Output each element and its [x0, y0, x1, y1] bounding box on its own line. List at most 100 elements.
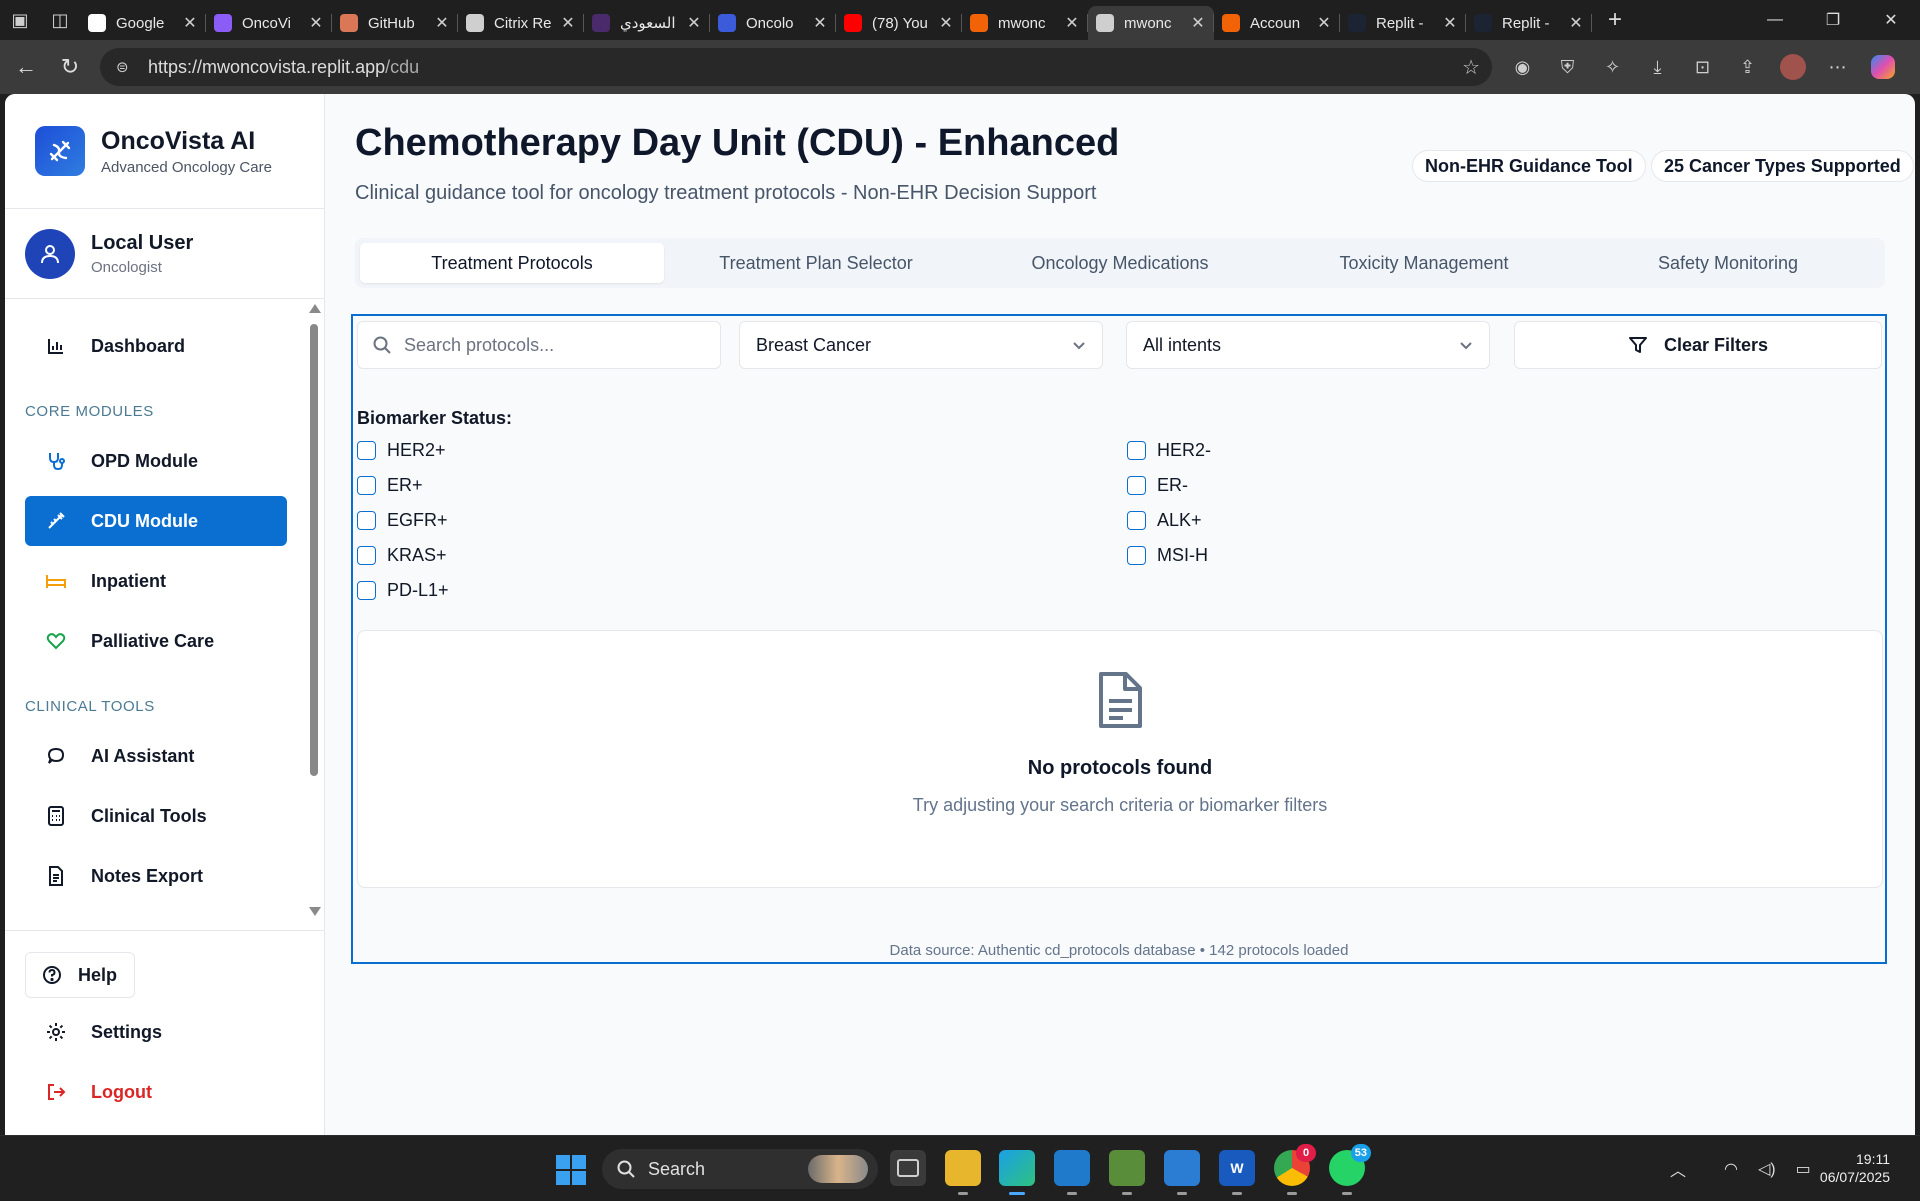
- restore-icon[interactable]: ❐: [1804, 0, 1862, 40]
- checkbox[interactable]: [1127, 441, 1146, 460]
- search-input[interactable]: Search protocols...: [357, 321, 721, 369]
- browser-tab[interactable]: Replit - ✕: [1340, 6, 1466, 40]
- taskbar-clock[interactable]: 19:11 06/07/2025: [1820, 1150, 1890, 1186]
- biomarker-checkbox-her2-pos[interactable]: HER2+: [357, 440, 446, 461]
- biomarker-checkbox-kras-pos[interactable]: KRAS+: [357, 545, 447, 566]
- sidebar-item-settings[interactable]: Settings: [25, 1007, 287, 1057]
- close-tab-icon[interactable]: ✕: [938, 13, 954, 33]
- image-viewer-icon[interactable]: [1109, 1150, 1145, 1195]
- taskbar-search[interactable]: Search: [602, 1149, 878, 1189]
- volume-icon[interactable]: ◁): [1758, 1159, 1776, 1179]
- browser-tab[interactable]: السعودي ✕: [584, 6, 710, 40]
- biomarker-checkbox-er-neg[interactable]: ER-: [1127, 475, 1188, 496]
- checkbox[interactable]: [357, 581, 376, 600]
- sidebar-item-notes-export[interactable]: Notes Export: [25, 851, 287, 901]
- browser-tab[interactable]: Google ✕: [80, 6, 206, 40]
- minimize-icon[interactable]: —: [1746, 0, 1804, 40]
- back-button[interactable]: ←: [4, 45, 48, 89]
- biomarker-checkbox-pdl1-pos[interactable]: PD-L1+: [357, 580, 449, 601]
- intent-select[interactable]: All intents: [1126, 321, 1490, 369]
- scroll-thumb[interactable]: [310, 324, 318, 776]
- clear-filters-button[interactable]: Clear Filters: [1514, 321, 1882, 369]
- sidebar-item-cdu[interactable]: CDU Module: [25, 496, 287, 546]
- windows-start-icon[interactable]: [556, 1155, 586, 1185]
- browser-tab[interactable]: mwonc ✕: [1088, 6, 1214, 40]
- browser-tab[interactable]: Replit - ✕: [1466, 6, 1592, 40]
- close-tab-icon[interactable]: ✕: [1316, 13, 1332, 33]
- vertical-tabs-icon[interactable]: ◫: [40, 0, 80, 40]
- more-options-icon[interactable]: ⋯: [1815, 57, 1860, 78]
- tab-treatment-plan-selector[interactable]: Treatment Plan Selector: [664, 243, 968, 283]
- tab-safety-monitoring[interactable]: Safety Monitoring: [1576, 243, 1880, 283]
- browser-tab[interactable]: Accoun ✕: [1214, 6, 1340, 40]
- close-tab-icon[interactable]: ✕: [1568, 13, 1584, 33]
- checkbox[interactable]: [357, 511, 376, 530]
- tab-toxicity-management[interactable]: Toxicity Management: [1272, 243, 1576, 283]
- favorite-star-icon[interactable]: ☆: [1462, 55, 1480, 80]
- close-tab-icon[interactable]: ✕: [1190, 13, 1206, 33]
- browser-tab[interactable]: mwonc ✕: [962, 6, 1088, 40]
- sidebar-item-clinical-tools[interactable]: Clinical Tools: [25, 791, 287, 841]
- sidebar-scrollbar[interactable]: [308, 304, 321, 916]
- screenshot-icon[interactable]: ◉: [1500, 57, 1545, 78]
- biomarker-checkbox-er-pos[interactable]: ER+: [357, 475, 423, 496]
- browser-tab[interactable]: OncoVi ✕: [206, 6, 332, 40]
- word-icon[interactable]: W: [1219, 1150, 1255, 1195]
- battery-icon[interactable]: ▭: [1796, 1159, 1811, 1179]
- tab-treatment-protocols[interactable]: Treatment Protocols: [360, 243, 664, 283]
- share-icon[interactable]: ⇪: [1725, 57, 1770, 78]
- refresh-button[interactable]: ↻: [48, 45, 92, 89]
- cancer-type-select[interactable]: Breast Cancer: [739, 321, 1103, 369]
- close-tab-icon[interactable]: ✕: [308, 13, 324, 33]
- vscode-icon[interactable]: [1054, 1150, 1090, 1195]
- biomarker-checkbox-her2-neg[interactable]: HER2-: [1127, 440, 1211, 461]
- wifi-icon[interactable]: ◠: [1724, 1159, 1738, 1179]
- screen-cast-icon[interactable]: ⊡: [1680, 57, 1725, 78]
- help-button[interactable]: Help: [25, 952, 135, 998]
- sidebar-item-ai-assistant[interactable]: AI Assistant: [25, 731, 287, 781]
- sidebar-item-inpatient[interactable]: Inpatient: [25, 556, 287, 606]
- browser-tab[interactable]: Oncolo ✕: [710, 6, 836, 40]
- sidebar-item-dashboard[interactable]: Dashboard: [25, 321, 287, 371]
- chevron-up-icon[interactable]: ︿: [1670, 1157, 1686, 1181]
- checkbox[interactable]: [1127, 476, 1146, 495]
- workspaces-icon[interactable]: ▣: [0, 0, 40, 40]
- browser-tab[interactable]: Citrix Re ✕: [458, 6, 584, 40]
- downloads-icon[interactable]: ⤓: [1635, 57, 1680, 78]
- checkbox[interactable]: [1127, 511, 1146, 530]
- shield-extension-icon[interactable]: ⛨: [1545, 57, 1590, 78]
- close-tab-icon[interactable]: ✕: [434, 13, 450, 33]
- chrome-icon[interactable]: 0: [1274, 1144, 1316, 1195]
- sidebar-item-palliative[interactable]: Palliative Care: [25, 616, 287, 666]
- biomarker-checkbox-egfr-pos[interactable]: EGFR+: [357, 510, 448, 531]
- new-tab-button[interactable]: +: [1598, 3, 1632, 37]
- task-view-icon[interactable]: [890, 1150, 926, 1186]
- close-tab-icon[interactable]: ✕: [182, 13, 198, 33]
- checkbox[interactable]: [357, 476, 376, 495]
- browser-tab[interactable]: (78) You ✕: [836, 6, 962, 40]
- checkbox[interactable]: [357, 546, 376, 565]
- close-tab-icon[interactable]: ✕: [812, 13, 828, 33]
- copilot-icon[interactable]: [1860, 55, 1905, 79]
- sidebar-item-logout[interactable]: Logout: [25, 1067, 287, 1117]
- profile-avatar[interactable]: [1770, 54, 1815, 80]
- close-tab-icon[interactable]: ✕: [1064, 13, 1080, 33]
- biomarker-checkbox-alk-pos[interactable]: ALK+: [1127, 510, 1202, 531]
- whatsapp-icon[interactable]: 53: [1329, 1144, 1371, 1195]
- scroll-down-arrow-icon[interactable]: [309, 907, 321, 916]
- extensions-icon[interactable]: ✧: [1590, 57, 1635, 78]
- close-tab-icon[interactable]: ✕: [560, 13, 576, 33]
- edge-icon[interactable]: [999, 1150, 1035, 1195]
- biomarker-checkbox-msi-h[interactable]: MSI-H: [1127, 545, 1208, 566]
- tab-oncology-medications[interactable]: Oncology Medications: [968, 243, 1272, 283]
- checkbox[interactable]: [1127, 546, 1146, 565]
- user-profile[interactable]: Local User Oncologist: [25, 229, 193, 279]
- close-window-icon[interactable]: ✕: [1862, 0, 1920, 40]
- browser-tab[interactable]: GitHub ✕: [332, 6, 458, 40]
- site-info-icon[interactable]: ⊜: [116, 58, 134, 76]
- close-tab-icon[interactable]: ✕: [686, 13, 702, 33]
- scroll-up-arrow-icon[interactable]: [309, 304, 321, 313]
- url-field[interactable]: ⊜ https://mwoncovista.replit.app/cdu ☆: [100, 48, 1492, 86]
- close-tab-icon[interactable]: ✕: [1442, 13, 1458, 33]
- brand[interactable]: OncoVista AI Advanced Oncology Care: [35, 126, 272, 176]
